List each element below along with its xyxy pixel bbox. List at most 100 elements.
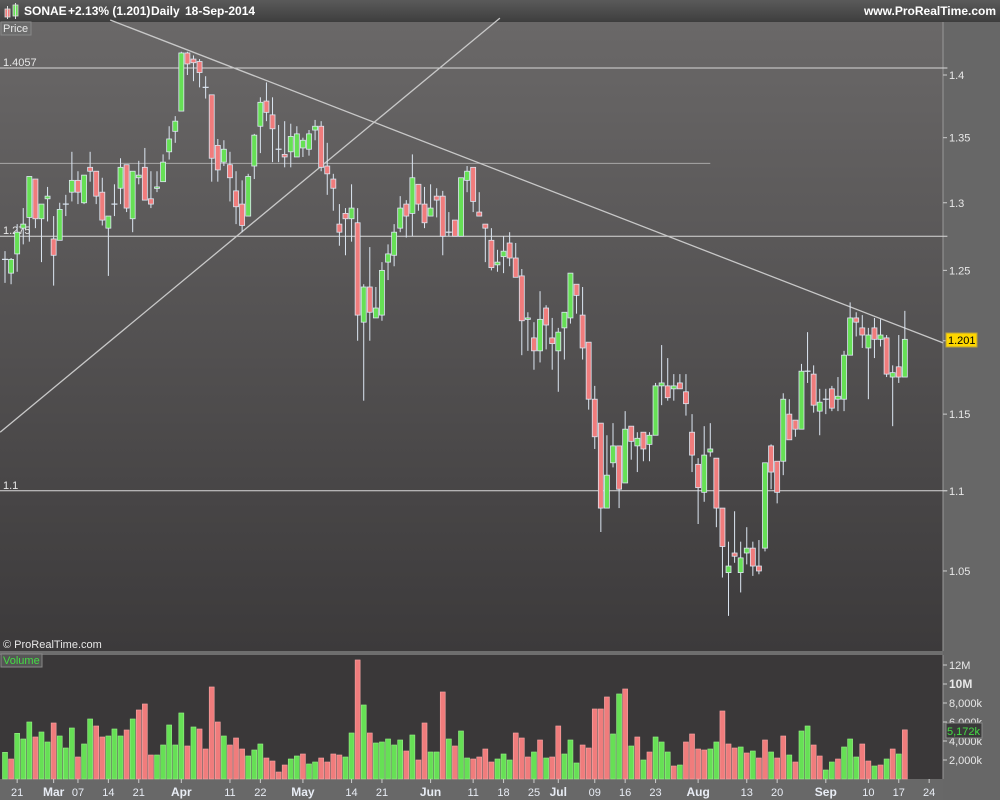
candle-body	[342, 213, 349, 220]
candle-body	[68, 179, 75, 193]
candle-body	[227, 164, 233, 179]
volume-bar	[105, 735, 112, 780]
candle-body	[701, 454, 708, 493]
volume-bar	[306, 763, 312, 780]
volume-bar	[348, 732, 355, 780]
candle-body	[214, 144, 221, 171]
volume-bar	[652, 736, 659, 780]
candle-body	[129, 170, 136, 220]
volume-bar	[555, 725, 562, 780]
candle-body	[512, 257, 519, 278]
volume-bar	[75, 756, 81, 780]
price-panel-label: Price	[3, 23, 28, 35]
candle-body	[640, 431, 647, 450]
candle-body	[75, 179, 81, 193]
volume-bar	[591, 708, 598, 780]
candle-body	[245, 176, 252, 217]
volume-bar	[737, 746, 744, 780]
volume-bar	[829, 761, 835, 780]
candle	[123, 164, 130, 213]
date-tick-label: 11	[224, 787, 235, 799]
candle-body	[330, 178, 337, 189]
volume-bar	[804, 725, 811, 780]
volume-bar	[506, 759, 513, 780]
volume-bar	[743, 752, 750, 780]
candle-body	[670, 385, 677, 390]
candle-body	[208, 94, 215, 159]
candle-body	[306, 133, 312, 150]
date-tick-label: May	[291, 785, 315, 799]
candle-body	[141, 166, 148, 201]
volume-bar	[202, 748, 209, 780]
candle-body	[263, 100, 270, 113]
volume-bar	[877, 764, 884, 780]
panel-divider[interactable]	[0, 651, 943, 655]
volume-bar	[500, 753, 507, 780]
candle-body	[470, 166, 477, 202]
volume-bar	[561, 753, 568, 780]
candle-body	[251, 134, 258, 167]
volume-bar	[281, 764, 288, 780]
candle-body	[658, 382, 665, 387]
volume-bar	[251, 749, 258, 780]
date-tick-label: 09	[589, 787, 601, 799]
level-label: 1.4057	[3, 57, 37, 69]
date-tick-label: 20	[771, 787, 783, 799]
volume-tick-label: 8,000k	[949, 698, 983, 710]
candle-body	[579, 314, 586, 349]
volume-bar	[99, 736, 106, 780]
volume-bar	[646, 751, 653, 780]
candle-body	[695, 463, 702, 489]
volume-bar	[634, 736, 641, 780]
volume-bar	[69, 727, 75, 780]
volume-bar	[129, 718, 136, 780]
last-price-value: 1.201	[948, 335, 976, 347]
volume-bar	[142, 703, 148, 780]
volume-bar	[8, 758, 14, 780]
volume-bar	[366, 732, 373, 780]
volume-bar	[701, 749, 708, 780]
candle-body	[877, 334, 884, 340]
candle	[652, 382, 659, 436]
candle-body	[506, 242, 513, 259]
volume-bar	[537, 739, 543, 780]
candle-body	[664, 385, 671, 399]
candle-body	[841, 354, 847, 400]
volume-bar	[269, 760, 276, 780]
candle-body	[360, 286, 367, 323]
candle-body	[8, 258, 14, 274]
price-chart[interactable]: 1.40571.2751.1 1.41.351.31.251.21.151.11…	[0, 0, 1000, 800]
volume-bar	[87, 718, 93, 780]
date-tick-label: 13	[741, 787, 753, 799]
candle-body	[257, 101, 264, 127]
volume-bar	[20, 738, 27, 780]
price-tick-label: 1.05	[949, 566, 970, 578]
date-tick-label: Sep	[815, 785, 837, 799]
volume-bar	[664, 751, 671, 780]
volume-bar	[354, 659, 361, 780]
candle-body	[731, 552, 738, 557]
candle-body	[835, 395, 841, 400]
candle	[458, 177, 464, 237]
volume-bar	[409, 734, 416, 780]
candle-body	[555, 331, 562, 352]
level-label: 1.1	[3, 480, 18, 492]
candle-body	[269, 114, 276, 130]
volume-bar	[26, 721, 33, 780]
date-tick-label: 14	[345, 787, 357, 799]
volume-bar	[689, 733, 695, 780]
candle	[762, 462, 768, 552]
candle-body	[482, 223, 489, 229]
candle-body	[500, 250, 507, 258]
candle-body	[220, 148, 227, 163]
candle-body	[44, 195, 51, 200]
candle-body	[372, 307, 379, 319]
volume-bar	[324, 761, 331, 780]
candle	[452, 219, 458, 237]
volume-tick-label: 10M	[949, 677, 972, 691]
volume-bar	[385, 738, 391, 780]
volume-bar	[816, 755, 823, 780]
candle-body	[628, 425, 635, 442]
date-tick-label: 23	[649, 787, 661, 799]
volume-bar	[573, 762, 580, 780]
